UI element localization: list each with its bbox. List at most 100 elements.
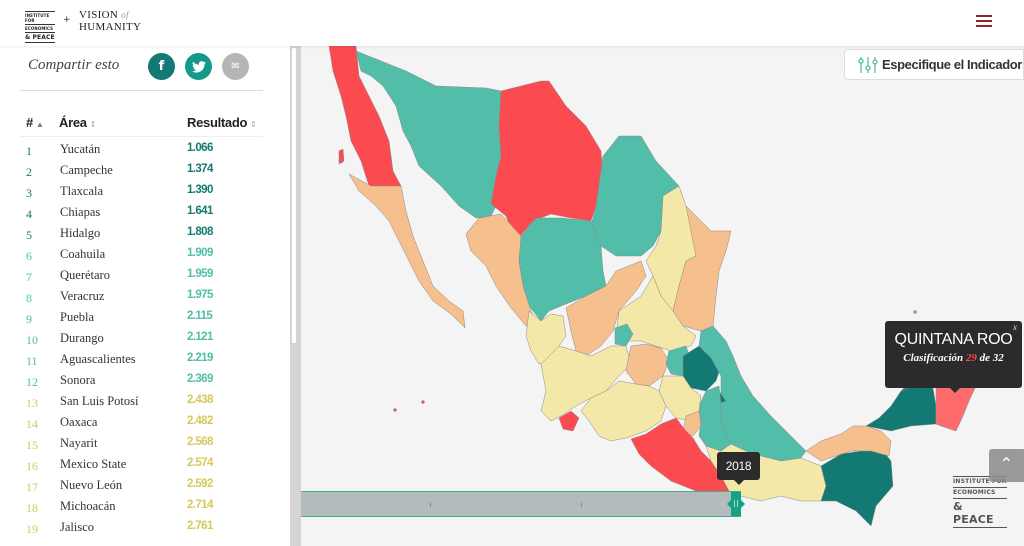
facebook-share-button[interactable]: f	[148, 53, 175, 80]
table-row[interactable]: 11 Aguascalientes 2.219	[20, 350, 263, 371]
row-rank: 6	[26, 249, 32, 263]
row-score: 1.959	[187, 268, 213, 280]
tooltip-rank-value: 29	[965, 352, 977, 364]
state-chihuahua[interactable]	[490, 80, 604, 242]
logo-rule	[953, 498, 1007, 499]
scrollbar-thumb[interactable]	[292, 48, 296, 343]
timeline-handle[interactable]	[727, 492, 745, 516]
island	[913, 310, 917, 314]
table-row[interactable]: 14 Oaxaca 2.482	[20, 413, 263, 434]
row-rank: 15	[26, 438, 38, 452]
state-baja-california-sur[interactable]	[348, 173, 466, 329]
vision-of-humanity-logo[interactable]: VISION of HUMANITY	[79, 9, 141, 33]
scroll-to-top-button[interactable]: ⌃	[989, 449, 1024, 482]
table-row[interactable]: 7 Querétaro 1.959	[20, 266, 263, 287]
table-row[interactable]: 10 Durango 2.121	[20, 329, 263, 350]
table-row[interactable]: 5 Hidalgo 1.808	[20, 224, 263, 245]
divider	[20, 90, 263, 91]
logo-text-line3: & PEACE	[953, 500, 994, 526]
table-row[interactable]: 3 Tlaxcala 1.390	[20, 182, 263, 203]
table-row[interactable]: 6 Coahuila 1.909	[20, 245, 263, 266]
row-area: San Luis Potosí	[60, 394, 139, 408]
grip-icon	[734, 500, 738, 507]
row-rank: 13	[26, 396, 38, 410]
row-rank: 5	[26, 228, 32, 242]
row-area: Veracruz	[60, 289, 105, 303]
row-rank: 4	[26, 207, 32, 221]
iep-logo[interactable]: INSTITUTE FOR ECONOMICS & PEACE	[25, 10, 55, 43]
row-rank: 18	[26, 501, 38, 515]
row-score: 2.761	[187, 520, 213, 532]
row-area: Campeche	[60, 163, 113, 177]
twitter-share-button[interactable]	[185, 53, 212, 80]
tooltip-close-icon[interactable]: x	[1013, 322, 1017, 332]
row-rank: 8	[26, 291, 32, 305]
table-row[interactable]: 17 Nuevo León 2.592	[20, 476, 263, 497]
column-label: #	[26, 115, 33, 130]
logo-rule	[25, 24, 55, 25]
hamburger-line	[976, 20, 992, 22]
row-area: Hidalgo	[60, 226, 101, 240]
logo-rule	[25, 32, 55, 33]
tooltip-arrow	[950, 388, 960, 393]
row-score: 2.121	[187, 331, 213, 343]
hamburger-icon[interactable]	[976, 15, 992, 29]
email-share-button[interactable]: ✉	[222, 53, 249, 80]
table-row[interactable]: 16 Mexico State 2.574	[20, 455, 263, 476]
row-area: Nuevo León	[60, 478, 123, 492]
table-row[interactable]: 2 Campeche 1.374	[20, 161, 263, 182]
header: INSTITUTE FOR ECONOMICS & PEACE + VISION…	[0, 0, 1024, 46]
specify-indicator-button[interactable]: Especifique el Indicador	[844, 49, 1024, 80]
logo-rule	[25, 42, 55, 43]
state-chiapas[interactable]	[820, 447, 894, 527]
row-score: 2.115	[187, 310, 213, 322]
map-area	[301, 46, 1024, 546]
row-rank: 3	[26, 186, 32, 200]
sort-asc-icon: ▲	[35, 120, 44, 129]
table-row[interactable]: 13 San Luis Potosí 2.438	[20, 392, 263, 413]
column-header-result[interactable]: Resultado ⇕	[187, 115, 257, 130]
table-row[interactable]: 8 Veracruz 1.975	[20, 287, 263, 308]
sidebar-scrollbar[interactable]	[290, 46, 301, 546]
row-rank: 14	[26, 417, 38, 431]
row-area: Yucatán	[60, 142, 101, 156]
logo-text-line1: INSTITUTE FOR	[25, 13, 50, 23]
tooltip-rank-of: de	[979, 352, 991, 364]
mexico-map[interactable]	[301, 46, 1024, 546]
voh-line2: HUMANITY	[79, 21, 142, 33]
table-row[interactable]: 1 Yucatán 1.066	[20, 140, 263, 161]
sort-icon: ⇕	[250, 120, 257, 129]
row-rank: 17	[26, 480, 38, 494]
envelope-icon: ✉	[231, 61, 240, 72]
row-area: Mexico State	[60, 457, 127, 471]
row-score: 2.592	[187, 478, 213, 490]
row-area: Durango	[60, 331, 104, 345]
table-row[interactable]: 12 Sonora 2.369	[20, 371, 263, 392]
row-area: Coahuila	[60, 247, 106, 261]
ranking-table-body: 1 Yucatán 1.066 2 Campeche 1.374 3 Tlaxcala 1.39…	[20, 140, 263, 539]
row-area: Nayarit	[60, 436, 98, 450]
column-label: Área	[59, 115, 87, 130]
column-header-rank[interactable]: # ▲	[26, 115, 44, 130]
table-row[interactable]: 4 Chiapas 1.641	[20, 203, 263, 224]
year-timeline-slider[interactable]	[301, 491, 745, 517]
tooltip-state-name: QUINTANA ROO	[894, 331, 1013, 348]
timeline-year-tooltip: 2018	[717, 452, 760, 485]
chevron-up-icon: ⌃	[999, 454, 1014, 473]
table-row[interactable]: 15 Nayarit 2.568	[20, 434, 263, 455]
row-area: Tlaxcala	[60, 184, 104, 198]
timeline-tick	[430, 503, 431, 507]
logo-text-line2: ECONOMICS	[953, 489, 996, 496]
island	[338, 158, 344, 164]
hamburger-line	[976, 15, 992, 17]
tooltip-rank-total: 32	[992, 352, 1004, 364]
column-header-area[interactable]: Área ⇕	[59, 115, 96, 130]
table-row[interactable]: 9 Puebla 2.115	[20, 308, 263, 329]
table-row[interactable]: 19 Jalisco 2.761	[20, 518, 263, 539]
island	[393, 408, 397, 412]
row-score: 2.574	[187, 457, 213, 469]
row-score: 2.438	[187, 394, 213, 406]
logo-plus: +	[63, 15, 71, 25]
logo-text-line3: & PEACE	[25, 34, 55, 41]
table-row[interactable]: 18 Michoacán 2.714	[20, 497, 263, 518]
